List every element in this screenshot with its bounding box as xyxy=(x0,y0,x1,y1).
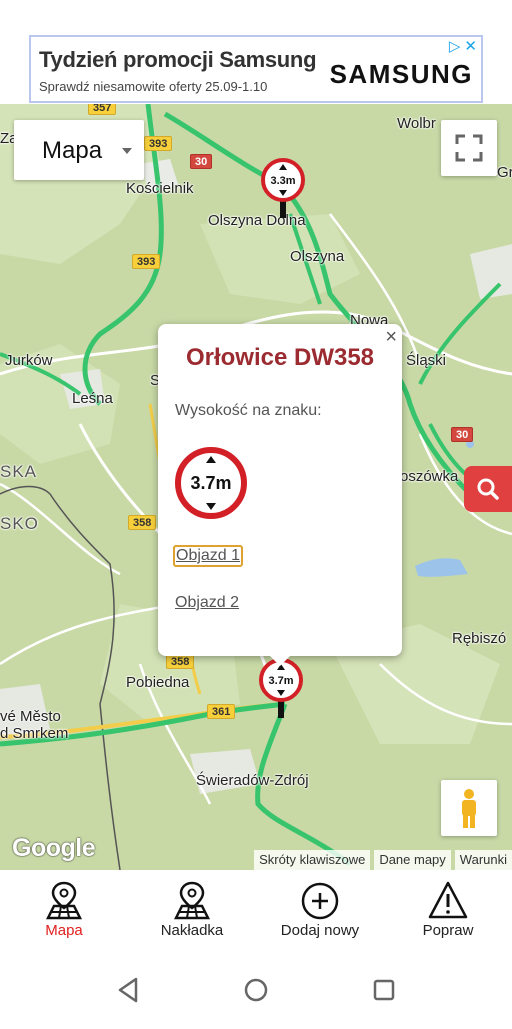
place-label: Świeradów-Zdrój xyxy=(196,772,309,789)
nav-item-popraw[interactable]: Popraw xyxy=(384,870,512,948)
road-number-361: 361 xyxy=(207,704,236,719)
place-label: Leśna xyxy=(72,390,113,407)
place-label: Gr xyxy=(497,164,512,181)
close-icon[interactable]: × xyxy=(385,327,397,347)
road-number-358: 358 xyxy=(128,515,157,530)
road-number-30: 30 xyxy=(190,154,213,169)
road-number-358: 358 xyxy=(166,654,195,669)
map-type-label: Mapa xyxy=(42,137,103,164)
keyboard-shortcuts-link[interactable]: Skróty klawiszowe xyxy=(254,850,371,870)
height-sign-marker[interactable]: 3.7m xyxy=(259,658,303,725)
map-attribution: Skróty klawiszowe Dane mapy Warunki xyxy=(250,850,512,870)
detour-1-link[interactable]: Objazd 1 xyxy=(173,545,244,567)
popup-title: Orłowice DW358 xyxy=(185,344,375,371)
height-sign-marker[interactable]: 3.3m xyxy=(261,158,305,225)
nav-label: Dodaj nowy xyxy=(280,922,360,939)
ad-subtitle: Sprawdź niesamowite oferty 25.09-1.10 xyxy=(39,79,268,94)
place-label: Olszyna xyxy=(290,248,345,265)
fullscreen-button[interactable] xyxy=(441,120,497,176)
popup-sign-value: 3.7m xyxy=(190,473,231,493)
nav-label: Popraw xyxy=(422,922,474,939)
recents-icon[interactable] xyxy=(373,979,395,1001)
ad-title: Tydzień promocji Samsung xyxy=(39,47,317,72)
plus-circle-icon xyxy=(301,882,339,920)
marker-sign-value: 3.7m xyxy=(268,675,293,687)
marker-sign-value: 3.3m xyxy=(270,175,295,187)
road-number-357: 357 xyxy=(88,104,117,115)
place-label: Śląski xyxy=(406,352,447,369)
place-label: d Smrkem xyxy=(0,725,69,742)
chevron-down-icon xyxy=(122,148,132,154)
fullscreen-icon xyxy=(455,134,483,162)
ad-banner[interactable]: Tydzień promocji Samsung Sprawdź niesamo… xyxy=(29,35,483,103)
home-icon[interactable] xyxy=(244,978,268,1002)
info-popup: Orłowice DW358 × Wysokość na znaku: 3.7m… xyxy=(158,324,402,656)
map-type-dropdown[interactable]: Mapa xyxy=(14,120,144,180)
warning-icon xyxy=(428,881,468,919)
pegman-icon xyxy=(462,789,476,828)
road-number-393: 393 xyxy=(132,254,161,269)
popup-pointer xyxy=(268,654,292,666)
ad-brand-logo: SAMSUNG xyxy=(329,59,473,89)
place-label: Rębiszó xyxy=(452,630,507,647)
google-logo: Google xyxy=(12,834,96,862)
place-label: oszówka xyxy=(400,468,459,485)
close-icon[interactable]: ✕ xyxy=(464,39,477,54)
map-data-link[interactable]: Dane mapy xyxy=(374,850,451,870)
popup-height-label: Wysokość na znaku: xyxy=(175,402,322,419)
road-number-393: 393 xyxy=(144,136,173,151)
region-label: SKO xyxy=(0,514,39,533)
nav-item-nakladka[interactable]: Nakładka xyxy=(128,870,256,948)
nav-item-dodaj-nowy[interactable]: Dodaj nowy xyxy=(256,870,384,948)
adchoices-icon[interactable]: ▷ xyxy=(449,39,461,54)
nav-item-mapa[interactable]: Mapa xyxy=(0,870,128,948)
bottom-nav: Mapa Nakładka Dodaj nowy Popraw xyxy=(0,870,512,948)
nav-label: Nakładka xyxy=(160,922,224,939)
place-label: Jurków xyxy=(5,352,53,369)
system-nav-bar xyxy=(0,948,512,1024)
terms-link[interactable]: Warunki xyxy=(454,850,512,870)
place-label: Kościelnik xyxy=(126,180,194,197)
map-pin-icon xyxy=(45,881,83,920)
map-pin-icon xyxy=(173,881,211,920)
search-button[interactable] xyxy=(464,466,512,512)
search-icon xyxy=(477,478,499,500)
place-label: Pobiedna xyxy=(126,674,190,691)
place-label: vé Město xyxy=(0,708,61,725)
nav-label: Mapa xyxy=(45,922,83,939)
detour-2-link[interactable]: Objazd 2 xyxy=(175,594,239,612)
road-number-30: 30 xyxy=(451,427,474,442)
region-label: SKA xyxy=(0,462,38,481)
back-icon[interactable] xyxy=(118,977,138,1003)
status-bar xyxy=(0,0,512,34)
street-view-button[interactable] xyxy=(441,780,497,836)
height-sign-image: 3.7m xyxy=(174,446,248,525)
place-label: Wolbr xyxy=(397,115,436,132)
